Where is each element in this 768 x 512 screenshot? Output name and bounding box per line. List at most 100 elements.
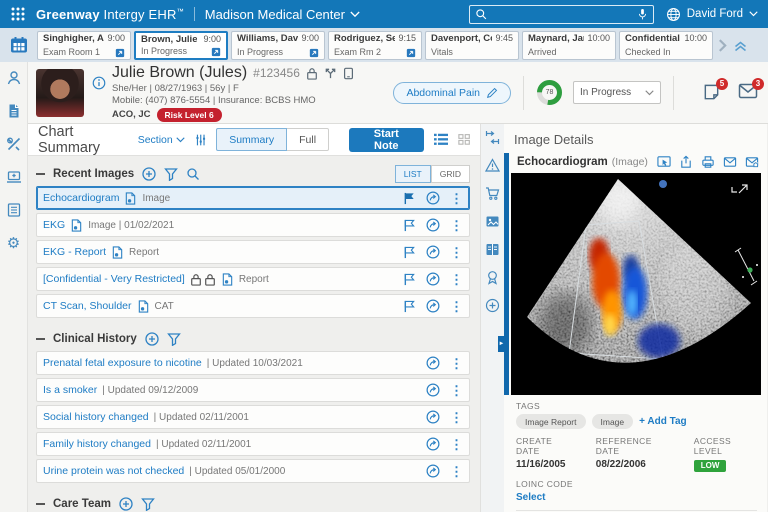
orders-cart-icon[interactable] (485, 186, 500, 201)
chief-complaint-button[interactable]: Abdominal Pain (393, 82, 511, 104)
flag-icon[interactable] (403, 192, 416, 205)
more-options-icon[interactable]: ⋮ (450, 411, 463, 424)
mobile-device-icon[interactable] (343, 67, 354, 80)
chart-book-icon[interactable] (485, 242, 500, 257)
history-row[interactable]: Prenatal fetal exposure to nicotine | Up… (36, 351, 470, 375)
collapse-section-icon[interactable] (36, 503, 45, 505)
patient-tab[interactable]: Singhigher, Alexa...9:00 Exam Room 1 (37, 31, 131, 60)
start-note-button[interactable]: Start Note (349, 128, 423, 152)
flag-icon[interactable] (403, 273, 416, 286)
more-options-icon[interactable]: ⋮ (450, 357, 463, 370)
forward-icon[interactable] (426, 191, 440, 205)
flag-icon[interactable] (403, 219, 416, 232)
email-attach-icon[interactable] (745, 155, 759, 169)
full-view-button[interactable]: Full (287, 128, 329, 151)
forward-icon[interactable] (426, 272, 440, 286)
documents-icon[interactable] (6, 103, 22, 119)
award-ribbon-icon[interactable] (485, 270, 500, 285)
visit-status-dropdown[interactable]: In Progress (573, 81, 661, 104)
annotate-image-icon[interactable] (657, 155, 671, 169)
image-row-ct-scan[interactable]: CT Scan, Shoulder CAT ⋮ (36, 294, 470, 318)
summary-view-button[interactable]: Summary (216, 128, 287, 151)
forward-icon[interactable] (426, 410, 440, 424)
info-icon[interactable] (92, 76, 106, 90)
more-options-icon[interactable]: ⋮ (450, 192, 463, 205)
section-dropdown[interactable]: Section (138, 134, 185, 146)
filter-funnel-icon[interactable] (167, 332, 181, 346)
tag-chip[interactable]: Image Report (516, 414, 586, 429)
visit-progress-donut[interactable]: 78 (536, 79, 563, 106)
panel-resize-handle[interactable]: ► (498, 336, 505, 352)
more-options-icon[interactable]: ⋮ (450, 438, 463, 451)
list-layout-icon[interactable] (434, 133, 448, 146)
forward-icon[interactable] (426, 383, 440, 397)
image-row-echocardiogram[interactable]: Echocardiogram Image ⋮ (36, 186, 470, 210)
versions-branch-icon[interactable] (324, 67, 337, 80)
loinc-select-link[interactable]: Select (516, 492, 757, 503)
more-options-icon[interactable]: ⋮ (450, 246, 463, 259)
patient-tab[interactable]: Maynard, James10:00 Arrived (522, 31, 616, 60)
messages-button[interactable]: 3 (738, 83, 758, 103)
flag-icon[interactable] (403, 300, 416, 313)
history-row[interactable]: Urine protein was not checked | Updated … (36, 459, 470, 483)
image-row-ekg-report[interactable]: EKG - Report Report ⋮ (36, 240, 470, 264)
alerts-icon[interactable] (485, 158, 500, 173)
forward-icon[interactable] (426, 245, 440, 259)
tools-icon[interactable] (6, 136, 22, 152)
patient-icon[interactable] (6, 70, 22, 86)
patient-tab[interactable]: Williams, David9:00 In Progress (231, 31, 325, 60)
list-toggle-button[interactable]: LIST (395, 165, 431, 183)
filter-funnel-icon[interactable] (164, 167, 178, 181)
forward-icon[interactable] (426, 218, 440, 232)
echocardiogram-image[interactable] (511, 173, 761, 395)
flag-icon[interactable] (403, 246, 416, 259)
lock-icon[interactable] (306, 67, 318, 80)
global-search-input[interactable] (491, 8, 633, 20)
add-icon[interactable] (145, 332, 159, 346)
patient-tab-active[interactable]: Brown, Julie9:00 In Progress (134, 31, 228, 60)
print-icon[interactable] (701, 155, 715, 169)
image-row-confidential[interactable]: [Confidential - Very Restricted] Report (36, 267, 470, 291)
user-menu[interactable]: David Ford (666, 7, 758, 22)
export-icon[interactable] (679, 155, 693, 169)
search-icon[interactable] (186, 167, 200, 181)
more-options-icon[interactable]: ⋮ (450, 273, 463, 286)
global-search[interactable] (469, 5, 654, 24)
forward-icon[interactable] (426, 464, 440, 478)
tag-chip[interactable]: Image (592, 414, 634, 429)
collapse-section-icon[interactable] (36, 173, 45, 175)
history-row[interactable]: Social history changed | Updated 02/11/2… (36, 405, 470, 429)
microphone-icon[interactable] (637, 8, 648, 21)
collapse-panel-icon[interactable] (485, 130, 500, 145)
history-row[interactable]: Family history changed | Updated 02/11/2… (36, 432, 470, 456)
filter-sliders-icon[interactable] (195, 133, 206, 147)
more-options-icon[interactable]: ⋮ (450, 465, 463, 478)
patient-tab[interactable]: Rodriguez, Seba...9:15 Exam Rm 2 (328, 31, 422, 60)
more-options-icon[interactable]: ⋮ (450, 219, 463, 232)
add-circle-icon[interactable] (485, 298, 500, 313)
email-icon[interactable] (723, 155, 737, 169)
device-connect-icon[interactable] (6, 169, 22, 185)
settings-gear-icon[interactable]: ⚙ (6, 235, 22, 251)
grid-layout-icon[interactable] (458, 133, 470, 146)
app-grid-icon[interactable] (10, 6, 26, 22)
add-icon[interactable] (119, 497, 133, 511)
more-options-icon[interactable]: ⋮ (450, 300, 463, 313)
add-tag-link[interactable]: + Add Tag (639, 416, 687, 427)
image-row-ekg[interactable]: EKG Image | 01/02/2021 ⋮ (36, 213, 470, 237)
patient-tab[interactable]: Davenport, Coley9:45 Vitals (425, 31, 519, 60)
organization-selector[interactable]: Madison Medical Center (205, 7, 360, 22)
filter-funnel-icon[interactable] (141, 497, 155, 511)
calendar-icon[interactable] (8, 34, 30, 56)
forward-icon[interactable] (426, 437, 440, 451)
next-tabs-icon[interactable] (718, 39, 727, 52)
notes-button[interactable]: 5 (702, 83, 722, 103)
media-card-icon[interactable] (485, 214, 500, 229)
add-icon[interactable] (142, 167, 156, 181)
grid-toggle-button[interactable]: GRID (431, 165, 470, 183)
collapse-section-icon[interactable] (36, 338, 45, 340)
forward-icon[interactable] (426, 299, 440, 313)
forward-icon[interactable] (426, 356, 440, 370)
history-row[interactable]: Is a smoker | Updated 09/12/2009 ⋮ (36, 378, 470, 402)
patient-photo[interactable] (36, 69, 84, 117)
